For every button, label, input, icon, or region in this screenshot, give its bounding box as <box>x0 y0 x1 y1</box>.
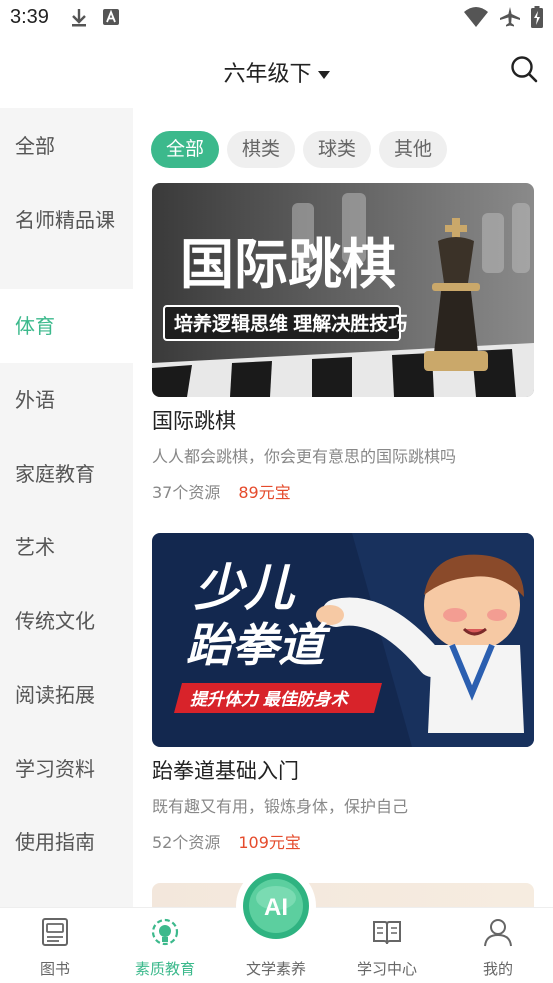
sidebar-item-all[interactable]: 全部 <box>0 130 133 162</box>
course-description: 既有趣又有用，锻炼身体，保护自己 <box>152 797 409 816</box>
chip-all[interactable]: 全部 <box>151 131 220 168</box>
nav-quality-education[interactable]: 素质教育 <box>110 908 220 983</box>
sidebar-item-study-materials[interactable]: 学习资料 <box>0 753 133 785</box>
sidebar-item-reading[interactable]: 阅读拓展 <box>0 679 133 711</box>
chip-other[interactable]: 其他 <box>379 131 448 168</box>
category-sidebar: 全部 名师精品课 体育 外语 家庭教育 艺术 传统文化 阅读拓展 学习资料 使用… <box>0 108 133 908</box>
sidebar-item-arts[interactable]: 艺术 <box>0 531 133 563</box>
sidebar-item-user-guide[interactable]: 使用指南 <box>0 826 133 858</box>
search-icon[interactable] <box>509 54 539 84</box>
banner-subtitle: 培养逻辑思维 理解决胜技巧 <box>174 312 407 335</box>
course-meta: 52个资源 109元宝 <box>152 829 301 853</box>
status-bar: 3:39 <box>0 0 553 38</box>
course-meta: 37个资源 89元宝 <box>152 479 291 503</box>
course-price: 109元宝 <box>238 833 301 852</box>
course-card[interactable]: 少儿 跆拳道 提升体力 最佳防身术 跆拳道基础入门 既有趣又有用，锻炼身体，保护… <box>152 533 534 853</box>
open-book-icon <box>373 921 401 945</box>
airplane-mode-icon <box>500 7 520 27</box>
status-time: 3:39 <box>10 6 49 28</box>
header: 六年级下 <box>0 38 553 108</box>
banner-subtitle: 提升体力 最佳防身术 <box>190 690 350 709</box>
resource-count: 37个资源 <box>152 483 221 502</box>
sidebar-item-featured-courses[interactable]: 名师精品课 <box>0 204 120 236</box>
sidebar-item-sports[interactable]: 体育 <box>0 289 133 363</box>
resource-count: 52个资源 <box>152 833 221 852</box>
text-notification-icon <box>103 9 119 25</box>
grade-selector[interactable]: 六年级下 <box>0 56 553 88</box>
battery-charging-icon <box>531 6 543 28</box>
banner-title-line2: 跆拳道 <box>186 619 331 671</box>
ai-icon: AI <box>243 873 309 939</box>
course-banner <box>152 883 534 907</box>
course-description: 人人都会跳棋，你会更有意思的国际跳棋吗 <box>152 447 457 466</box>
nav-books[interactable]: 图书 <box>0 908 110 983</box>
sidebar-item-traditional-culture[interactable]: 传统文化 <box>0 605 133 637</box>
filter-chips: 全部 棋类 球类 其他 <box>151 131 448 168</box>
quality-education-icon <box>151 918 179 946</box>
course-price: 89元宝 <box>238 483 291 502</box>
sidebar-item-family-education[interactable]: 家庭教育 <box>0 458 133 490</box>
course-banner-taekwondo: 少儿 跆拳道 提升体力 最佳防身术 <box>152 533 534 747</box>
nav-learning-center[interactable]: 学习中心 <box>332 908 442 983</box>
course-card[interactable] <box>152 883 534 907</box>
user-icon <box>484 919 512 947</box>
chip-ball-games[interactable]: 球类 <box>303 131 372 168</box>
course-title: 国际跳棋 <box>152 409 236 433</box>
wifi-icon <box>464 7 488 27</box>
download-icon <box>72 9 86 27</box>
banner-title-line1: 少儿 <box>194 560 296 616</box>
book-icon <box>42 918 68 946</box>
course-banner-checkers: 国际跳棋 培养逻辑思维 理解决胜技巧 <box>152 183 534 397</box>
ai-button[interactable]: AI <box>236 866 316 946</box>
svg-text:AI: AI <box>264 894 288 921</box>
sidebar-item-languages[interactable]: 外语 <box>0 384 133 416</box>
course-title: 跆拳道基础入门 <box>152 759 299 783</box>
course-card[interactable]: 国际跳棋 培养逻辑思维 理解决胜技巧 国际跳棋 人人都会跳棋，你会更有意思的国际… <box>152 183 534 513</box>
banner-title: 国际跳棋 <box>180 235 396 295</box>
grade-label: 六年级下 <box>223 62 312 87</box>
chip-board-games[interactable]: 棋类 <box>227 131 296 168</box>
nav-profile[interactable]: 我的 <box>443 908 553 983</box>
caret-down-icon <box>317 71 330 79</box>
